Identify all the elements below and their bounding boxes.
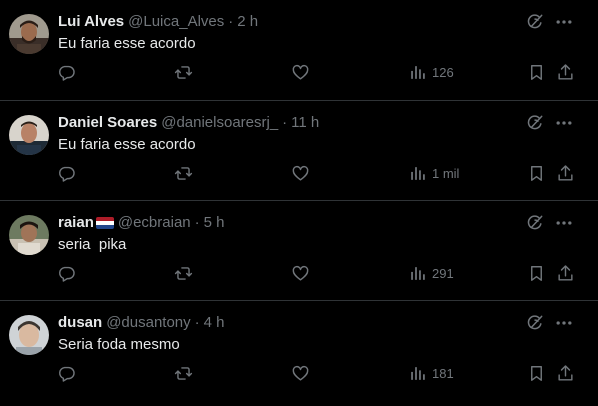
retweet-button[interactable] — [174, 162, 193, 184]
tweet-text: seria pika — [58, 236, 127, 253]
share-icon — [556, 364, 575, 383]
more-options-icon[interactable] — [554, 113, 576, 135]
view-count: 181 — [432, 365, 454, 381]
views-button[interactable]: 181 — [408, 362, 454, 384]
share-icon — [556, 63, 575, 82]
tweet-header: raian @ecbraian · 5 h — [58, 213, 225, 233]
avatar[interactable] — [9, 315, 49, 355]
author-handle[interactable]: @ecbraian — [118, 213, 191, 233]
bookmark-button[interactable] — [527, 61, 546, 83]
views-button[interactable]: 126 — [408, 61, 454, 83]
netherlands-flag-icon — [95, 217, 114, 229]
share-button[interactable] — [556, 262, 575, 284]
heart-icon — [291, 264, 310, 283]
retweet-icon — [174, 364, 193, 383]
avatar[interactable] — [9, 14, 49, 54]
share-button[interactable] — [556, 61, 575, 83]
grok-icon[interactable] — [525, 213, 547, 235]
author-name[interactable]: Lui Alves — [58, 12, 124, 32]
like-button[interactable] — [291, 362, 310, 384]
tweet-header: Lui Alves @Luica_Alves · 2 h — [58, 12, 258, 32]
author-handle[interactable]: @Luica_Alves — [128, 12, 224, 32]
separator: · — [194, 314, 200, 331]
tweet[interactable]: Lui Alves @Luica_Alves · 2 h Eu faria es… — [0, 0, 598, 100]
reply-icon — [57, 63, 76, 82]
tweet-header: Daniel Soares @danielsoaresrj_ · 11 h — [58, 113, 319, 133]
author-name[interactable]: raian — [58, 213, 94, 233]
reply-feed: Lui Alves @Luica_Alves · 2 h Eu faria es… — [0, 0, 598, 406]
retweet-button[interactable] — [174, 61, 193, 83]
analytics-icon — [408, 63, 427, 82]
author-handle[interactable]: @danielsoaresrj_ — [161, 113, 278, 133]
grok-icon[interactable] — [525, 113, 547, 135]
tweet[interactable]: dusan @dusantony · 4 h Seria foda mesmo … — [0, 300, 598, 400]
views-button[interactable]: 1 mil — [408, 162, 459, 184]
tweet[interactable]: raian @ecbraian · 5 h seria pika 291 — [0, 200, 598, 300]
view-count: 291 — [432, 265, 454, 281]
author-handle[interactable]: @dusantony — [106, 313, 190, 333]
like-button[interactable] — [291, 61, 310, 83]
author-name[interactable]: dusan — [58, 313, 102, 333]
separator: · — [228, 13, 234, 30]
tweet[interactable]: Daniel Soares @danielsoaresrj_ · 11 h Eu… — [0, 100, 598, 200]
action-bar: 181 — [0, 362, 598, 384]
tweet-text: Eu faria esse acordo — [58, 136, 196, 153]
share-button[interactable] — [556, 362, 575, 384]
timestamp[interactable]: 2 h — [237, 12, 258, 32]
bookmark-button[interactable] — [527, 162, 546, 184]
bookmark-icon — [527, 164, 546, 183]
like-button[interactable] — [291, 162, 310, 184]
retweet-button[interactable] — [174, 262, 193, 284]
more-options-icon[interactable] — [554, 313, 576, 335]
bookmark-button[interactable] — [527, 362, 546, 384]
heart-icon — [291, 63, 310, 82]
avatar[interactable] — [9, 215, 49, 255]
retweet-button[interactable] — [174, 362, 193, 384]
tweet-header: dusan @dusantony · 4 h — [58, 313, 225, 333]
retweet-icon — [174, 63, 193, 82]
like-button[interactable] — [291, 262, 310, 284]
reply-icon — [57, 264, 76, 283]
bookmark-button[interactable] — [527, 262, 546, 284]
separator: · — [282, 114, 288, 131]
view-count: 1 mil — [432, 165, 460, 181]
reply-icon — [57, 164, 76, 183]
avatar[interactable] — [9, 115, 49, 155]
more-options-icon[interactable] — [554, 12, 576, 34]
grok-icon[interactable] — [525, 12, 547, 34]
analytics-icon — [408, 364, 427, 383]
more-options-icon[interactable] — [554, 213, 576, 235]
share-icon — [556, 264, 575, 283]
retweet-icon — [174, 164, 193, 183]
view-count: 126 — [432, 64, 454, 80]
reply-button[interactable] — [57, 162, 76, 184]
views-button[interactable]: 291 — [408, 262, 454, 284]
share-icon — [556, 164, 575, 183]
reply-button[interactable] — [57, 61, 76, 83]
action-bar: 126 — [0, 61, 598, 83]
retweet-icon — [174, 264, 193, 283]
reply-button[interactable] — [57, 262, 76, 284]
reply-button[interactable] — [57, 362, 76, 384]
reply-icon — [57, 364, 76, 383]
share-button[interactable] — [556, 162, 575, 184]
separator: · — [194, 214, 200, 231]
bookmark-icon — [527, 364, 546, 383]
timestamp[interactable]: 5 h — [204, 213, 225, 233]
heart-icon — [291, 364, 310, 383]
heart-icon — [291, 164, 310, 183]
timestamp[interactable]: 4 h — [204, 313, 225, 333]
action-bar: 1 mil — [0, 162, 598, 184]
bookmark-icon — [527, 63, 546, 82]
tweet-text: Eu faria esse acordo — [58, 35, 196, 52]
author-name[interactable]: Daniel Soares — [58, 113, 157, 133]
grok-icon[interactable] — [525, 313, 547, 335]
tweet-text: Seria foda mesmo — [58, 336, 180, 353]
action-bar: 291 — [0, 262, 598, 284]
timestamp[interactable]: 11 h — [291, 113, 319, 133]
bookmark-icon — [527, 264, 546, 283]
analytics-icon — [408, 264, 427, 283]
analytics-icon — [408, 164, 427, 183]
